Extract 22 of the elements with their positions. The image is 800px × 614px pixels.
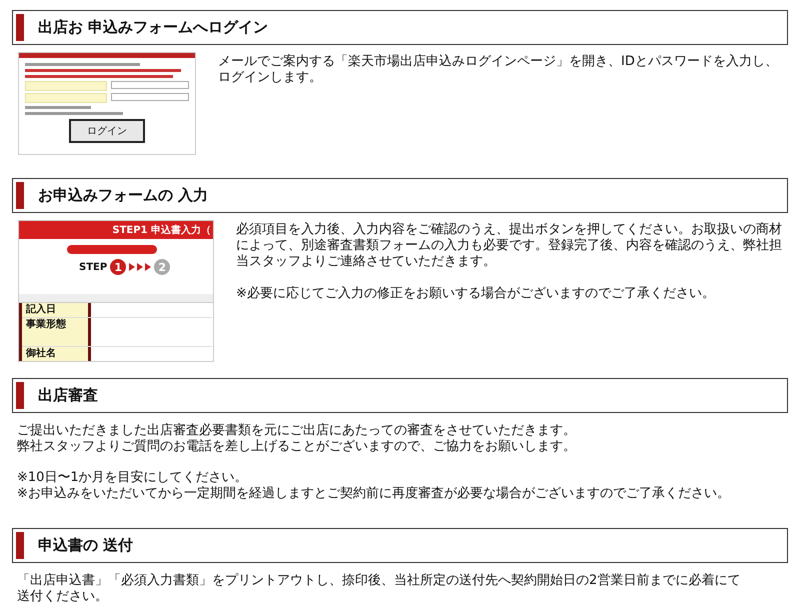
section-title: 申込書の 送付: [38, 536, 134, 555]
step-label: STEP: [79, 262, 108, 272]
heading-marker: [16, 182, 24, 209]
section-title: 出店審査: [38, 386, 98, 405]
paragraph: ※10日〜1か月を目安にしてください。 ※お申込みをいただいてから一定期間を経過しますとご契約前に再度審査が必要な場合がございますのでご了承ください。: [17, 470, 731, 502]
field-label: 御社名: [22, 347, 91, 361]
heading-marker: [16, 532, 24, 559]
field-label: 記入日: [22, 303, 91, 317]
paragraph: ※必要に応じてご入力の修正をお願いする場合がございますのでご了承ください。: [236, 286, 716, 302]
paragraph: 「出店申込書」「必須入力書類」をプリントアウトし、捺印後、当社所定の送付先へ契約開始日の2営業日前までに必着にて 送付ください。: [17, 573, 742, 605]
step-number: 2: [154, 259, 170, 275]
step-number: 1: [110, 259, 126, 275]
section-title: お申込みフォームの 入力: [38, 186, 208, 205]
step-banner: STEP1 申込書入力（: [19, 221, 213, 239]
heading-marker: [16, 382, 24, 409]
field-label: 事業形態: [22, 318, 91, 346]
section-title: 出店お 申込みフォームへログイン: [38, 18, 268, 37]
paragraph: ご提出いただきました出店審査必要書類を元にご出店にあたっての審査をさせていただきます。 弊社スタッフよりご質問のお電話を差し上げることがございますので、ご協力をお願いします。: [17, 423, 577, 455]
heading-marker: [16, 14, 24, 41]
paragraph: メールでご案内する「楽天市場出店申込みログインページ」を開き、IDとパスワードを入力し、ログインします。: [218, 54, 779, 86]
arrows-icon: [129, 263, 152, 271]
paragraph: 必須項目を入力後、入力内容をご確認のうえ、提出ボタンを押してください。お取扱いの商材によって、別途審査書類フォームの入力も必要です。登録完了後、内容を確認のうえ、弊社担当スタッフよりご連絡させていただきます。: [236, 222, 783, 270]
